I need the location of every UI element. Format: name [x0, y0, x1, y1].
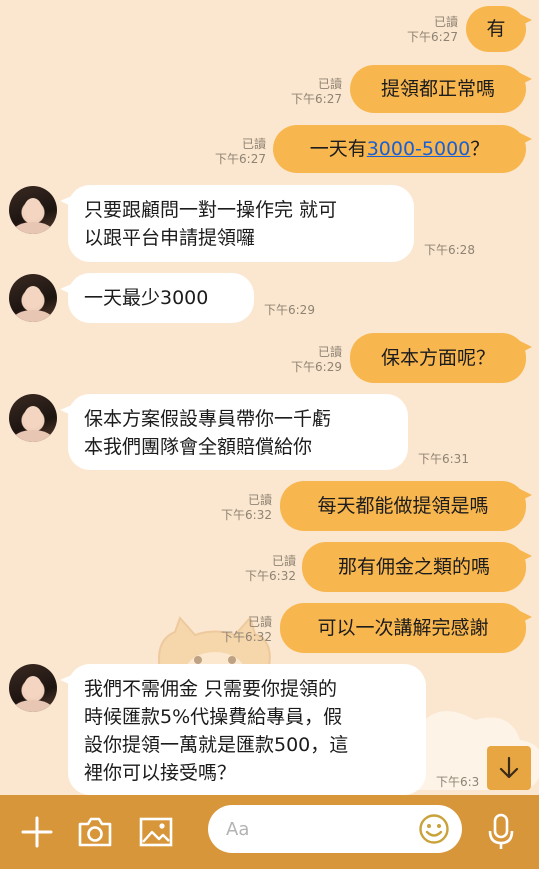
chat-area[interactable]: 已讀 下午6:27 有 已讀 下午6:27 提領都正常嗎 已讀 下午6:27 一… — [0, 0, 539, 795]
message-meta: 已讀 下午6:27 — [398, 15, 458, 45]
message-bubble[interactable]: 只要跟顧問一對一操作完 就可 以跟平台申請提領囉 — [60, 185, 414, 262]
message-bubble[interactable]: 那有佣金之類的嗎 — [302, 542, 532, 592]
camera-icon — [78, 817, 112, 847]
read-receipt: 已讀 — [271, 554, 296, 568]
microphone-icon — [488, 813, 514, 849]
read-receipt: 已讀 — [317, 77, 342, 91]
message-time: 下午6:27 — [215, 152, 266, 166]
message-text: 我們不需佣金 只需要你提領的 — [84, 678, 338, 700]
read-receipt: 已讀 — [247, 493, 272, 507]
avatar[interactable] — [9, 274, 57, 322]
message-bubble[interactable]: 一天最少3000 — [60, 273, 254, 323]
message-text: 一天有 — [309, 138, 367, 160]
message-text: 本我們團隊會全額賠償給你 — [84, 436, 313, 458]
message-meta: 已讀 下午6:32 — [232, 554, 296, 584]
image-icon — [139, 817, 173, 847]
input-toolbar — [0, 795, 539, 869]
message-meta: 已讀 下午6:32 — [208, 615, 272, 645]
add-button[interactable] — [18, 813, 56, 851]
read-receipt: 已讀 — [433, 15, 458, 29]
message-text: 保本方案假設專員帶你一千虧 — [84, 408, 332, 430]
message-time: 下午6:29 — [264, 303, 315, 317]
microphone-button[interactable] — [482, 813, 520, 851]
message-text: 有 — [486, 18, 506, 40]
message-bubble[interactable]: 提領都正常嗎 — [350, 65, 532, 113]
message-text: 設你提領一萬就是匯款500，這 — [84, 734, 349, 756]
message-bubble[interactable]: 保本方面呢？ — [350, 333, 532, 383]
message-time: 下午6:27 — [407, 30, 458, 44]
message-text: 時候匯款5%代操費給專員，假 — [84, 706, 343, 728]
number-link[interactable]: 3000-5000 — [367, 137, 471, 161]
message-bubble[interactable]: 每天都能做提領是嗎 — [280, 481, 532, 531]
image-button[interactable] — [137, 813, 175, 851]
message-time: 下午6:27 — [291, 92, 342, 106]
scroll-down-button[interactable] — [487, 746, 531, 790]
message-meta: 已讀 下午6:32 — [208, 493, 272, 523]
message-text: 裡你可以接受嗎？ — [84, 762, 237, 784]
message-text: 那有佣金之類的嗎 — [337, 556, 490, 578]
message-input-box[interactable] — [208, 805, 462, 853]
arrow-down-icon — [499, 756, 519, 779]
read-receipt: 已讀 — [317, 345, 342, 359]
message-time: 下午6:3 — [436, 775, 480, 789]
message-bubble[interactable]: 保本方案假設專員帶你一千虧 本我們團隊會全額賠償給你 — [60, 394, 408, 470]
message-time: 下午6:28 — [424, 243, 475, 257]
message-time: 下午6:31 — [418, 452, 469, 466]
message-bubble[interactable]: 有 — [466, 6, 532, 52]
read-receipt: 已讀 — [241, 137, 266, 151]
emoji-icon[interactable] — [418, 813, 450, 845]
message-text: 提領都正常嗎 — [380, 78, 495, 100]
message-bubble[interactable]: 可以一次講解完感謝 — [280, 603, 532, 653]
message-bubble[interactable]: 一天有 3000-5000？ — [273, 125, 532, 173]
message-meta: 已讀 下午6:27 — [280, 77, 342, 107]
message-text: ？ — [470, 138, 490, 160]
message-bubble[interactable]: 我們不需佣金 只需要你提領的 時候匯款5%代操費給專員，假 設你提領一萬就是匯款… — [60, 664, 426, 795]
plus-icon — [21, 816, 53, 848]
message-time: 下午6:32 — [245, 569, 296, 583]
message-text: 只要跟顧問一對一操作完 就可 — [84, 199, 338, 221]
message-meta: 已讀 下午6:27 — [204, 137, 266, 167]
avatar[interactable] — [9, 394, 57, 442]
message-text: 每天都能做提領是嗎 — [317, 495, 489, 517]
message-meta: 已讀 下午6:29 — [280, 345, 342, 375]
message-time: 下午6:29 — [291, 360, 342, 374]
message-text: 以跟平台申請提領囉 — [84, 227, 256, 249]
message-time: 下午6:32 — [221, 508, 272, 522]
avatar[interactable] — [9, 664, 57, 712]
read-receipt: 已讀 — [247, 615, 272, 629]
camera-button[interactable] — [76, 813, 114, 851]
message-time: 下午6:32 — [221, 630, 272, 644]
message-text: 保本方面呢？ — [380, 347, 495, 369]
message-text: 一天最少3000 — [84, 287, 209, 309]
avatar[interactable] — [9, 186, 57, 234]
message-text: 可以一次講解完感謝 — [317, 617, 489, 639]
message-input[interactable] — [226, 815, 406, 843]
